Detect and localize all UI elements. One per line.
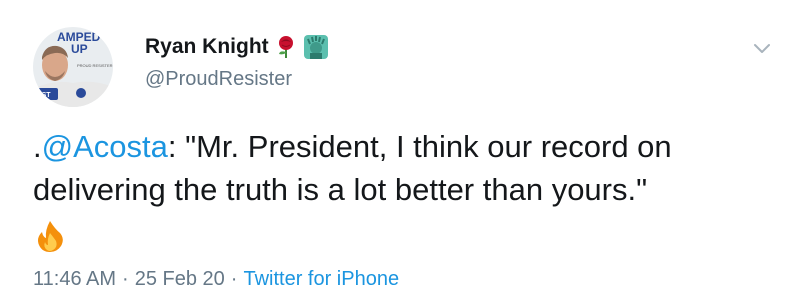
author-name-row: Ryan Knight xyxy=(145,34,329,60)
chevron-down-icon[interactable] xyxy=(752,38,772,58)
avatar-text-mid: UP xyxy=(71,42,88,56)
author-avatar[interactable]: AMPED UP PROUD RESISTER SIST xyxy=(33,27,113,107)
avatar-text-small: PROUD RESISTER xyxy=(77,63,113,68)
tweet-time[interactable]: 11:46 AM xyxy=(33,268,116,290)
tweet-card: AMPED UP PROUD RESISTER SIST Ryan Knight xyxy=(0,0,800,302)
meta-separator: · xyxy=(122,268,129,290)
tweet-text: .@Acosta: "Mr. President, I think our re… xyxy=(33,125,773,211)
author-name[interactable]: Ryan Knight xyxy=(145,35,269,59)
statue-of-liberty-emoji xyxy=(303,34,329,60)
avatar-text-corner: SIST xyxy=(35,92,51,99)
fire-emoji xyxy=(33,219,67,258)
mention-link[interactable]: @Acosta xyxy=(42,129,168,164)
author-handle[interactable]: @ProudResister xyxy=(145,68,292,91)
rose-emoji xyxy=(275,35,297,59)
tweet-prefix: . xyxy=(33,129,42,164)
meta-separator: · xyxy=(230,268,238,290)
tweet-source-link[interactable]: Twitter for iPhone xyxy=(243,268,399,290)
tweet-date[interactable]: 25 Feb 20 xyxy=(135,268,225,290)
tweet-meta: 11:46 AM · 25 Feb 20 · Twitter for iPhone xyxy=(33,268,399,291)
